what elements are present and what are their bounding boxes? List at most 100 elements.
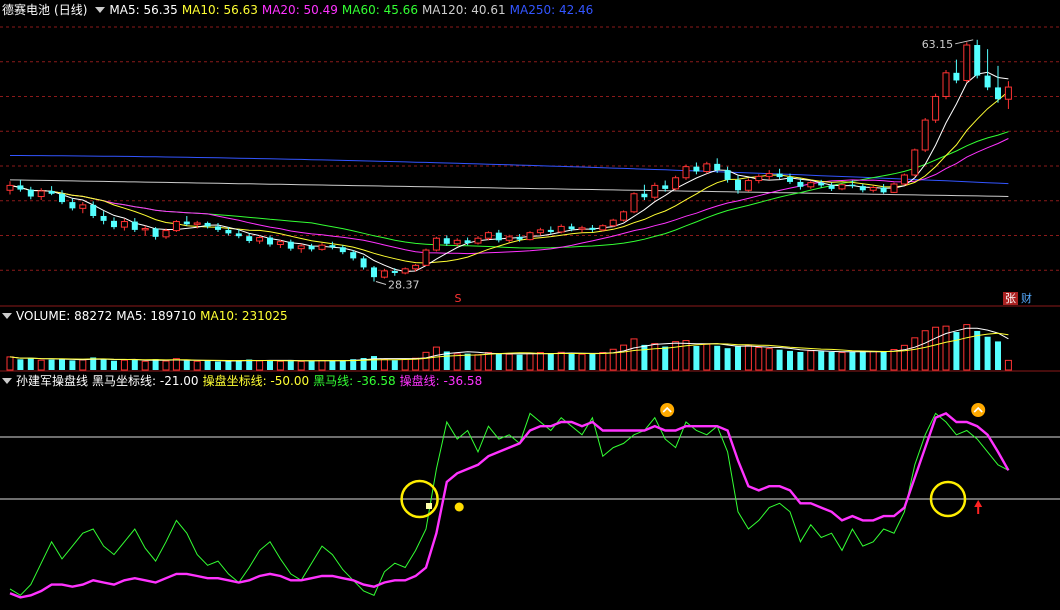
stock-chart-window[interactable]: 德赛电池 (日线) MA5: 56.35 MA10: 56.63 MA20: 50.49…	[0, 0, 1060, 610]
candle-body	[776, 173, 783, 178]
volume-bar	[547, 353, 554, 370]
candle-body	[204, 222, 211, 227]
volume-bar	[6, 356, 14, 371]
volume-bar	[859, 350, 866, 370]
candle-body	[589, 227, 596, 230]
volume-bar	[350, 359, 357, 370]
volume-bar	[942, 325, 950, 371]
volume-bar	[921, 330, 929, 371]
candle-body	[235, 233, 242, 237]
candle-body	[422, 249, 430, 266]
volume-bar	[360, 358, 367, 370]
volume-value: VOLUME: 88272	[16, 309, 113, 323]
candle-body	[921, 119, 929, 151]
candle-body	[287, 241, 294, 249]
candle-body	[516, 236, 523, 240]
low-pointer	[375, 281, 387, 286]
volume-bar	[630, 338, 638, 371]
indicator-label-2: 黑马线: -36.58	[313, 374, 396, 388]
candle-body	[932, 95, 940, 121]
candle-body	[953, 72, 960, 81]
volume-bar	[662, 346, 669, 370]
indicator-panel-header: 孙建军操盘线 黑马坐标线: -21.00 操盘坐标线: -50.00 黑马线: -36…	[2, 373, 490, 389]
period-label: (日线)	[54, 3, 88, 17]
volume-bar	[995, 341, 1001, 370]
candle-body	[474, 237, 482, 244]
candle-body	[432, 237, 440, 251]
candle-body	[371, 267, 377, 278]
volume-bar	[693, 346, 700, 370]
volume-bar	[1004, 359, 1012, 371]
candle-body	[69, 202, 76, 209]
dropdown-triangle-icon[interactable]	[2, 313, 12, 319]
candle-body	[318, 244, 326, 250]
dropdown-triangle-icon[interactable]	[95, 7, 106, 13]
chart-canvas[interactable]: 63.15 28.37 S	[0, 0, 1060, 610]
volume-bar	[484, 352, 492, 371]
price-panel-header: 德赛电池 (日线) MA5: 56.35 MA10: 56.63 MA20: 50.49…	[2, 2, 601, 18]
marker-s: S	[455, 292, 462, 305]
volume-bar	[380, 359, 388, 371]
volume-ma10: MA10: 231025	[200, 309, 288, 323]
candle-body	[787, 177, 793, 182]
candle-body	[350, 252, 357, 259]
volume-bar	[797, 352, 804, 370]
volume-bar	[536, 352, 544, 371]
candle-body	[900, 174, 908, 185]
signal-square	[426, 503, 432, 509]
candle-body	[17, 185, 24, 190]
candle-body	[484, 232, 492, 239]
candle-body	[963, 44, 971, 81]
candle-body	[329, 245, 336, 248]
candle-body	[1004, 86, 1012, 100]
volume-bar	[724, 348, 731, 370]
volume-bar	[308, 360, 315, 370]
volume-bar	[787, 350, 793, 370]
candle-body	[380, 270, 388, 278]
volume-ma5: MA5: 189710	[116, 309, 197, 323]
signal-badge-1	[660, 403, 675, 417]
candle-body	[974, 45, 981, 76]
candle-body	[495, 232, 502, 241]
candle-body	[267, 237, 273, 245]
candle-body	[339, 247, 346, 253]
badge-cai[interactable]: 财	[1019, 292, 1034, 305]
volume-bar	[765, 348, 773, 371]
dropdown-triangle-icon[interactable]	[2, 378, 12, 384]
volume-panel-header: VOLUME: 88272 MA5: 189710 MA10: 231025	[2, 308, 292, 324]
volume-bar	[37, 359, 45, 371]
volume-bar	[984, 336, 991, 370]
volume-bar	[432, 346, 440, 371]
volume-bar	[890, 348, 898, 371]
ma250-line	[10, 155, 1009, 185]
indicator-name: 孙建军操盘线	[16, 374, 89, 388]
volume-bar	[391, 360, 398, 370]
candle-body	[412, 264, 420, 270]
volume-bar	[609, 348, 617, 371]
volume-bar	[641, 344, 648, 370]
volume-bar	[516, 354, 523, 370]
candle-body	[703, 163, 711, 173]
candle-body	[630, 193, 638, 213]
candle-body	[453, 239, 461, 245]
badge-zhang[interactable]: 张	[1003, 292, 1018, 305]
volume-bar	[120, 359, 128, 371]
ma-label-2: MA20: 50.49	[261, 3, 338, 17]
ma-label-4: MA120: 40.61	[421, 3, 506, 17]
operator-line	[9, 412, 1010, 599]
up-arrow-head-icon	[974, 500, 983, 507]
volume-bar	[329, 360, 336, 370]
indicator-label-1: 操盘坐标线: -50.00	[202, 374, 310, 388]
high-pointer	[955, 39, 974, 45]
volume-bar	[141, 360, 149, 371]
ma-label-5: MA250: 42.46	[509, 3, 594, 17]
volume-bar	[48, 359, 55, 370]
volume-bar	[162, 360, 170, 371]
volume-bar	[911, 337, 919, 371]
volume-bar	[172, 358, 180, 371]
low-label: 28.37	[388, 279, 420, 292]
volume-bar	[111, 360, 117, 370]
volume-bar	[869, 350, 877, 371]
volume-bar	[422, 351, 430, 371]
candle-body	[724, 170, 731, 180]
